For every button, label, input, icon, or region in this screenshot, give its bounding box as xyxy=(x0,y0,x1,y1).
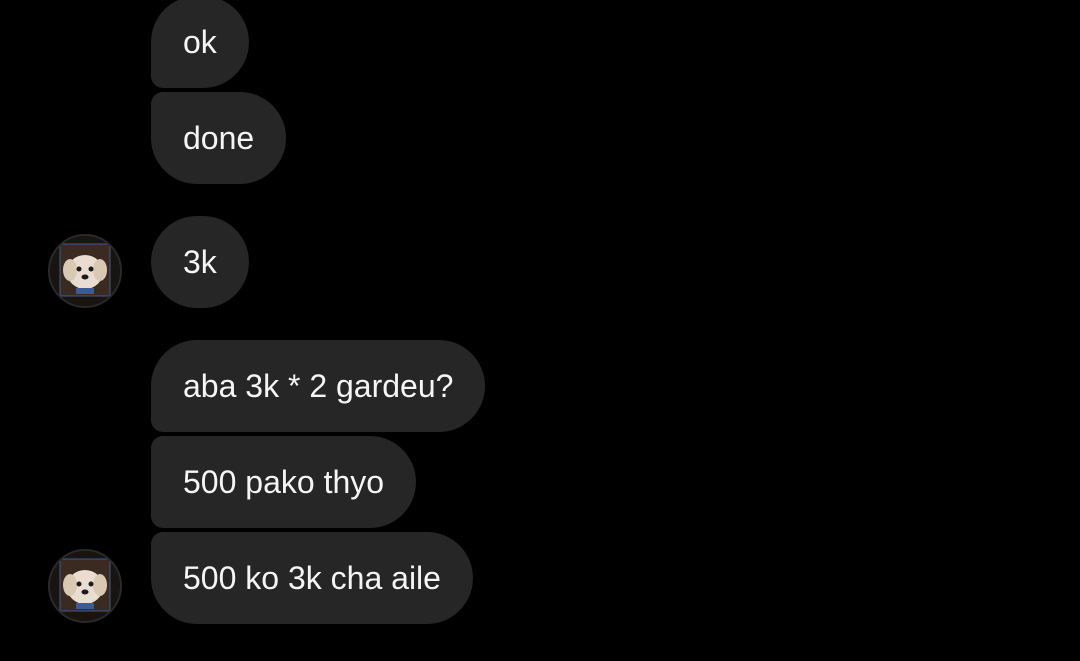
message-text: ok xyxy=(183,24,217,60)
dog-avatar-icon[interactable] xyxy=(48,549,122,623)
message-text: done xyxy=(183,120,255,156)
message-bubble[interactable]: done xyxy=(151,92,287,184)
message-bubble[interactable]: 500 ko 3k cha aile xyxy=(151,532,473,624)
message-bubble[interactable]: aba 3k * 2 gardeu? xyxy=(151,340,486,432)
dog-avatar-icon[interactable] xyxy=(48,234,122,308)
message-text: 3k xyxy=(183,244,217,280)
message-bubble[interactable]: ok xyxy=(151,0,249,88)
message-text: aba 3k * 2 gardeu? xyxy=(183,368,454,404)
message-text: 500 pako thyo xyxy=(183,464,385,500)
message-bubble[interactable]: 3k xyxy=(151,216,249,308)
message-bubble[interactable]: 500 pako thyo xyxy=(151,436,417,528)
message-text: 500 ko 3k cha aile xyxy=(183,560,441,596)
